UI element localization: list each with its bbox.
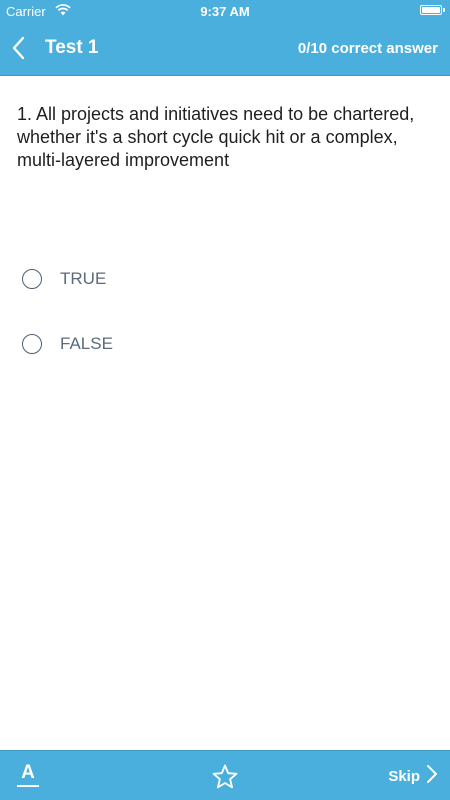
skip-label: Skip (388, 767, 420, 785)
option-true[interactable]: TRUE (22, 267, 322, 293)
status-time: 9:37 AM (200, 4, 250, 19)
option-false[interactable]: FALSE (22, 332, 322, 358)
font-underline (17, 785, 39, 787)
status-bar: Carrier 9:37 AM (0, 0, 450, 22)
navigation-bar: Test 1 0/10 correct answer (0, 22, 450, 76)
option-label: FALSE (60, 334, 113, 353)
back-button[interactable] (8, 34, 34, 62)
radio-button[interactable] (22, 269, 42, 289)
font-size-icon: A (15, 763, 41, 787)
chevron-right-icon (426, 764, 438, 789)
favorite-button[interactable] (211, 763, 239, 791)
quiz-screen: Carrier 9:37 AM Test 1 0/10 correct answ… (0, 0, 450, 800)
option-label: TRUE (60, 269, 107, 288)
bottom-toolbar: A Skip (0, 750, 450, 800)
battery-icon (420, 5, 445, 15)
star-outline-icon (211, 764, 239, 795)
font-size-button[interactable]: A (15, 763, 41, 791)
skip-button[interactable]: Skip (388, 764, 438, 789)
chevron-left-icon (8, 36, 34, 66)
page-title: Test 1 (45, 37, 99, 58)
question-text: 1. All projects and initiatives need to … (17, 104, 415, 170)
font-glyph: A (21, 762, 35, 783)
radio-button[interactable] (22, 334, 42, 354)
score-label: 0/10 correct answer (297, 40, 438, 57)
